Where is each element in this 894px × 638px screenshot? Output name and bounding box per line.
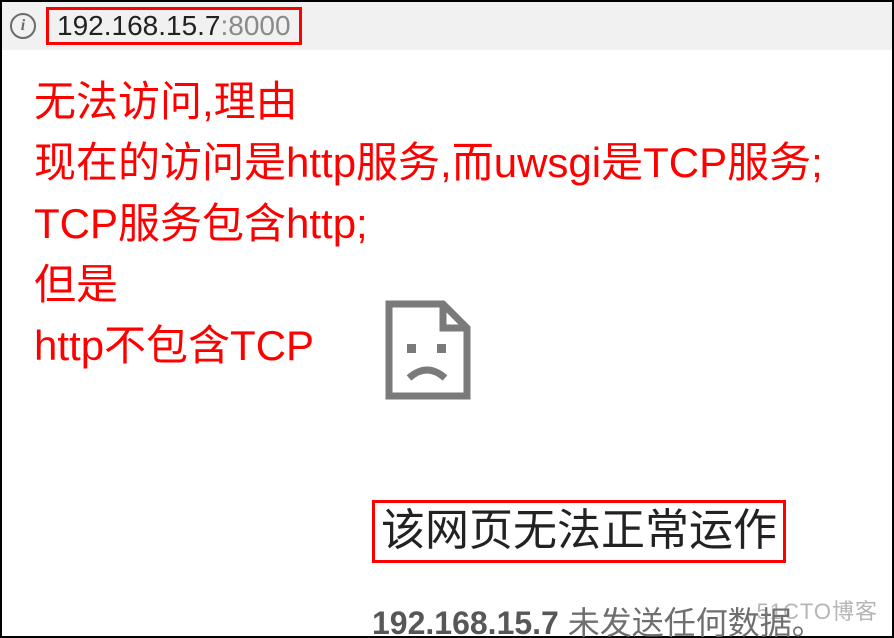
url-host: 192.168.15.7 bbox=[57, 10, 221, 41]
annotation-overlay: 无法访问,理由 现在的访问是http服务,而uwsgi是TCP服务; TCP服务… bbox=[34, 72, 854, 376]
watermark: 51CTO博客 bbox=[756, 594, 878, 626]
annotation-line-2: 现在的访问是http服务,而uwsgi是TCP服务; bbox=[34, 133, 854, 194]
info-icon[interactable]: i bbox=[10, 13, 36, 39]
error-heading: 该网页无法正常运作 bbox=[381, 505, 777, 558]
page-content: 无法访问,理由 现在的访问是http服务,而uwsgi是TCP服务; TCP服务… bbox=[2, 50, 892, 636]
url-display[interactable]: 192.168.15.7:8000 bbox=[46, 7, 302, 45]
annotation-line-4: 但是 bbox=[34, 255, 854, 316]
address-bar: i 192.168.15.7:8000 bbox=[2, 2, 892, 50]
error-sub-host: 192.168.15.7 bbox=[372, 605, 559, 638]
annotation-line-1: 无法访问,理由 bbox=[34, 72, 854, 133]
info-glyph: i bbox=[21, 17, 25, 35]
error-heading-box: 该网页无法正常运作 bbox=[372, 500, 786, 563]
annotation-line-5: http不包含TCP bbox=[34, 316, 854, 377]
annotation-line-3: TCP服务包含http; bbox=[34, 194, 854, 255]
url-port: :8000 bbox=[221, 10, 291, 41]
